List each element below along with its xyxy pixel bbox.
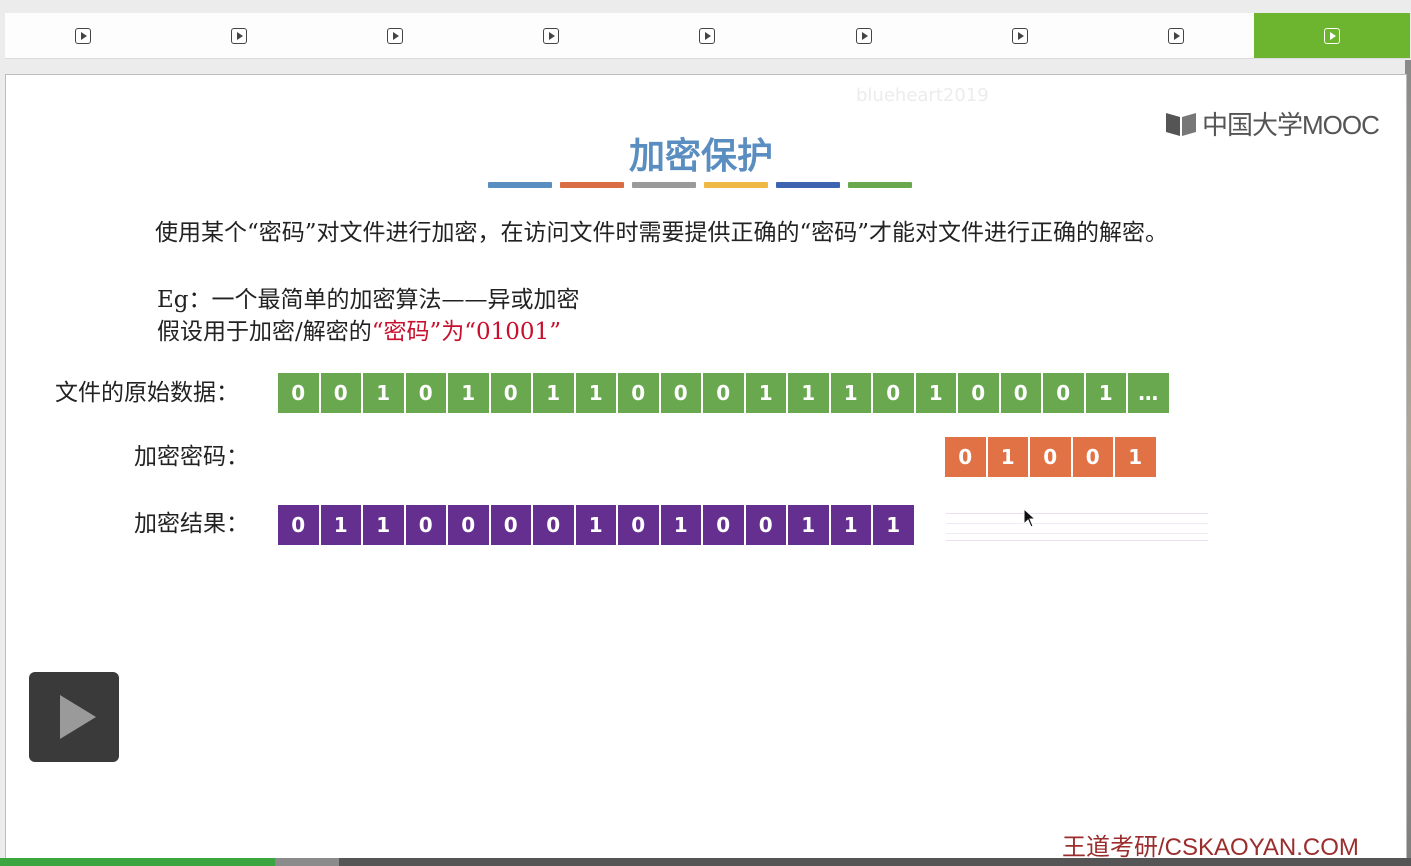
bit-cell: 0 [278, 373, 321, 413]
bit-cell: 1 [533, 373, 576, 413]
bit-cell: 0 [703, 505, 746, 545]
bit-cell: 1 [660, 505, 703, 545]
title-underline-bars [488, 182, 920, 188]
play-icon [1011, 27, 1028, 44]
chapter-segment-3[interactable] [317, 13, 473, 58]
faint-guide-lines [946, 513, 1208, 541]
bit-cell: 1 [987, 437, 1030, 477]
bit-cell: 1 [448, 373, 491, 413]
chapter-segment-8[interactable] [1098, 13, 1254, 58]
user-watermark: blueheart2019 [856, 85, 989, 106]
key-row: 01001 [945, 437, 1158, 477]
bit-cell: 0 [945, 437, 988, 477]
play-icon [1167, 27, 1184, 44]
slide-title: 加密保护 [628, 135, 773, 177]
play-icon [387, 27, 404, 44]
bit-cell: 0 [320, 373, 363, 413]
chapter-segment-9[interactable] [1253, 13, 1410, 58]
bit-cell: 0 [448, 505, 491, 545]
bit-cell: 0 [405, 505, 448, 545]
password-assumption: 假设用于加密/解密的“密码”为“01001” [157, 312, 561, 346]
play-icon [543, 27, 560, 44]
title-bar-5 [776, 182, 840, 188]
bit-cell: 0 [703, 373, 746, 413]
example-text: Eg：一个最简单的加密算法——异或加密 [157, 287, 580, 313]
bit-cell: 1 [788, 505, 831, 545]
row-label-original: 文件的原始数据： [55, 380, 239, 406]
assumption-prefix: 假设用于加密/解密的 [157, 319, 372, 345]
bit-cell: 0 [1030, 437, 1073, 477]
bit-cell: 0 [660, 373, 703, 413]
chapter-segment-5[interactable] [629, 13, 785, 58]
bit-cell: 0 [745, 505, 788, 545]
row-label-result: 加密结果： [134, 511, 249, 537]
bit-cell: 0 [533, 505, 576, 545]
chapter-segment-2[interactable] [161, 13, 317, 58]
bit-cell: 1 [915, 373, 958, 413]
play-icon [231, 27, 248, 44]
result-row: 011000010100111 [278, 505, 916, 545]
footer-brand: 王道考研/CSKAOYAN.COM [1062, 834, 1359, 860]
progress-bar[interactable] [0, 858, 1411, 866]
bit-cell: 1 [363, 373, 406, 413]
original-data-row: 0 0 1 0 1 0 1 1 0 0 0 1 1 1 0 1 0 0 0 1… [278, 373, 1171, 413]
play-button[interactable] [29, 672, 119, 762]
bit-cell: 0 [618, 505, 661, 545]
intro-text: 使用某个“密码”对文件进行加密，在访问文件时需要提供正确的“密码”才能对文件进行… [155, 220, 1169, 246]
bit-cell: 1 [873, 505, 916, 545]
bit-cell: 1 [320, 505, 363, 545]
bit-cell: … [1128, 373, 1171, 413]
title-bar-2 [560, 182, 624, 188]
chapter-segment-1[interactable] [5, 13, 161, 58]
title-bar-6 [848, 182, 912, 188]
password-value: “密码”为“01001” [371, 319, 561, 345]
chapter-segment-6[interactable] [786, 13, 942, 58]
chapter-segment-7[interactable] [942, 13, 1098, 58]
bit-cell: 0 [873, 373, 916, 413]
bit-cell: 0 [278, 505, 321, 545]
bit-cell: 1 [745, 373, 788, 413]
row-label-key: 加密密码： [134, 444, 249, 470]
bit-cell: 0 [490, 373, 533, 413]
chapter-segment-4[interactable] [473, 13, 629, 58]
title-bar-3 [632, 182, 696, 188]
bit-cell: 1 [575, 373, 618, 413]
bit-cell: 0 [958, 373, 1001, 413]
bit-cell: 0 [618, 373, 661, 413]
play-icon [75, 27, 92, 44]
bit-cell: 0 [1043, 373, 1086, 413]
bit-cell: 0 [1000, 373, 1043, 413]
bit-cell: 1 [830, 373, 873, 413]
play-icon [699, 27, 716, 44]
progress-played [0, 858, 276, 866]
play-icon [60, 695, 96, 739]
chapter-bar [5, 13, 1410, 59]
bit-cell: 1 [830, 505, 873, 545]
title-bar-4 [704, 182, 768, 188]
bit-cell: 0 [1072, 437, 1115, 477]
play-icon [1323, 27, 1340, 44]
bit-cell: 1 [575, 505, 618, 545]
bit-cell: 1 [788, 373, 831, 413]
title-bar-1 [488, 182, 552, 188]
bit-cell: 0 [405, 373, 448, 413]
bit-cell: 1 [1115, 437, 1158, 477]
mouse-cursor-icon [1023, 508, 1037, 528]
bit-cell: 1 [1085, 373, 1128, 413]
play-icon [855, 27, 872, 44]
slide: blueheart2019 中国大学MOOC 加密保护 使用某个“密码”对文件进… [5, 74, 1407, 860]
bit-cell: 1 [363, 505, 406, 545]
bit-cell: 0 [490, 505, 533, 545]
